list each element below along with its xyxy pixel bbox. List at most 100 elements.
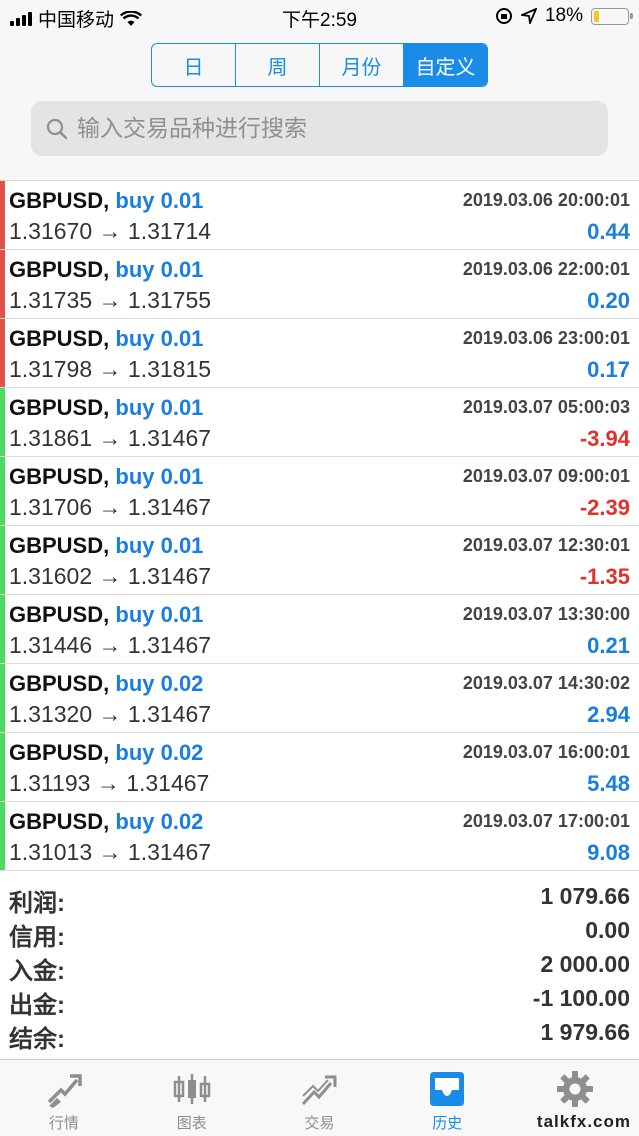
segment-week[interactable]: 周 [236,44,320,86]
trade-row[interactable]: GBPUSD, buy 0.01 2019.03.07 09:00:01 1.317… [0,457,639,526]
trade-profit: 0.44 [587,219,630,244]
trade-side-volume: buy 0.02 [115,740,204,765]
chart-icon [173,1074,210,1104]
summary-row: 入金: 2 000.00 [0,949,639,985]
trade-profit: 0.17 [587,357,630,382]
tab-history[interactable]: 历史 [383,1060,511,1136]
search-input[interactable] [75,114,579,143]
location-icon [520,8,537,24]
trade-row[interactable]: GBPUSD, buy 0.01 2019.03.07 05:00:03 1.318… [0,388,639,457]
summary-row: 利润: 1 079.66 [0,881,639,917]
direction-indicator [0,733,5,801]
trade-row[interactable]: GBPUSD, buy 0.02 2019.03.07 14:30:02 1.313… [0,664,639,733]
trade-title: GBPUSD, buy 0.02 [9,671,203,697]
orientation-lock-icon [495,8,512,24]
trade-symbol: GBPUSD, [9,740,110,765]
trade-prices: 1.31670 → 1.31714 [9,218,212,244]
trade-title: GBPUSD, buy 0.01 [9,533,203,559]
direction-indicator [0,388,5,456]
trade-prices: 1.31446 → 1.31467 [9,632,212,658]
trade-profit: -3.94 [579,426,630,451]
trade-symbol: GBPUSD, [9,257,110,282]
trade-prices: 1.31602 → 1.31467 [9,563,212,589]
trade-profit: 2.94 [587,702,630,727]
direction-indicator [0,250,5,318]
trade-symbol: GBPUSD, [9,326,110,351]
quotes-icon [47,1074,82,1108]
trade-row[interactable]: GBPUSD, buy 0.01 2019.03.07 13:30:00 1.314… [0,595,639,664]
trade-profit: 9.08 [587,840,630,865]
tab-label: 交易 [304,1115,335,1132]
period-segmented-control: 日 周 月份 自定义 [151,43,488,87]
trade-time: 2019.03.07 12:30:01 [462,535,630,555]
trade-symbol: GBPUSD, [9,809,110,834]
trade-time: 2019.03.07 05:00:03 [462,397,630,417]
trade-prices: 1.31193 → 1.31467 [9,770,210,796]
trade-prices: 1.31320 → 1.31467 [9,701,212,727]
trade-history-list: GBPUSD, buy 0.01 2019.03.06 20:00:01 1.316… [0,181,639,871]
segment-day[interactable]: 日 [152,44,236,86]
trade-time: 2019.03.07 13:30:00 [462,604,630,624]
trade-symbol: GBPUSD, [9,395,110,420]
summary-row: 结余: 1 979.66 [0,1017,639,1053]
tab-quotes[interactable]: 行情 [0,1060,128,1136]
summary-value: 1 979.66 [540,1019,630,1045]
direction-indicator [0,457,5,525]
summary-value: 2 000.00 [540,951,630,977]
trade-title: GBPUSD, buy 0.01 [9,257,203,283]
trade-icon [302,1075,337,1106]
segment-month[interactable]: 月份 [320,44,404,86]
battery-icon [591,7,633,25]
trade-title: GBPUSD, buy 0.01 [9,464,203,490]
trade-prices: 1.31735 → 1.31755 [9,287,212,313]
trade-side-volume: buy 0.01 [115,257,204,282]
gear-icon [557,1071,594,1107]
trade-row[interactable]: GBPUSD, buy 0.02 2019.03.07 16:00:01 1.311… [0,733,639,802]
summary-value: -1 100.00 [532,985,630,1011]
tab-trade[interactable]: 交易 [256,1060,384,1136]
trade-title: GBPUSD, buy 0.02 [9,809,203,835]
direction-indicator [0,526,5,594]
trade-row[interactable]: GBPUSD, buy 0.01 2019.03.07 12:30:01 1.316… [0,526,639,595]
trade-time: 2019.03.06 20:00:01 [462,190,630,210]
summary-label: 结余: [9,1026,65,1053]
trade-time: 2019.03.07 16:00:01 [462,742,630,762]
summary-value: 0.00 [585,917,630,943]
tab-label: 图表 [176,1115,207,1132]
account-summary: 利润: 1 079.66 信用: 0.00 入金: 2 000.00 出金: -1 100.0… [0,881,639,1053]
direction-indicator [0,664,5,732]
summary-label: 利润: [9,890,65,917]
trade-prices: 1.31798 → 1.31815 [9,356,212,382]
trade-profit: 5.48 [587,771,630,796]
trade-profit: 0.20 [587,288,630,313]
trade-time: 2019.03.07 14:30:02 [462,673,630,693]
tab-label: 历史 [432,1115,463,1132]
summary-value: 1 079.66 [540,883,630,909]
tab-charts[interactable]: 图表 [128,1060,256,1136]
trade-row[interactable]: GBPUSD, buy 0.02 2019.03.07 17:00:01 1.310… [0,802,639,871]
trade-row[interactable]: GBPUSD, buy 0.01 2019.03.06 22:00:01 1.317… [0,250,639,319]
summary-label: 入金: [9,958,65,985]
direction-indicator [0,181,5,249]
trade-side-volume: buy 0.01 [115,395,204,420]
trade-row[interactable]: GBPUSD, buy 0.01 2019.03.06 20:00:01 1.316… [0,181,639,250]
trade-time: 2019.03.06 22:00:01 [462,259,630,279]
history-icon [430,1072,465,1106]
search-bar[interactable] [31,101,608,156]
header-area: 中国移动 下午2:59 18% 日 周 月份 自定义 [0,0,639,181]
summary-row: 信用: 0.00 [0,915,639,951]
trade-profit: -1.35 [579,564,630,589]
summary-label: 信用: [9,924,65,951]
trade-time: 2019.03.07 17:00:01 [462,811,630,831]
tab-bar: 行情 图表 交易 历史 talkfx.com [0,1059,639,1136]
summary-row: 出金: -1 100.00 [0,983,639,1019]
trade-profit: -2.39 [579,495,630,520]
trade-side-volume: buy 0.01 [115,602,204,627]
trade-symbol: GBPUSD, [9,188,110,213]
direction-indicator [0,319,5,387]
trade-row[interactable]: GBPUSD, buy 0.01 2019.03.06 23:00:01 1.317… [0,319,639,388]
trade-title: GBPUSD, buy 0.02 [9,740,203,766]
segment-custom[interactable]: 自定义 [404,44,487,86]
trade-symbol: GBPUSD, [9,464,110,489]
trade-time: 2019.03.07 09:00:01 [462,466,630,486]
